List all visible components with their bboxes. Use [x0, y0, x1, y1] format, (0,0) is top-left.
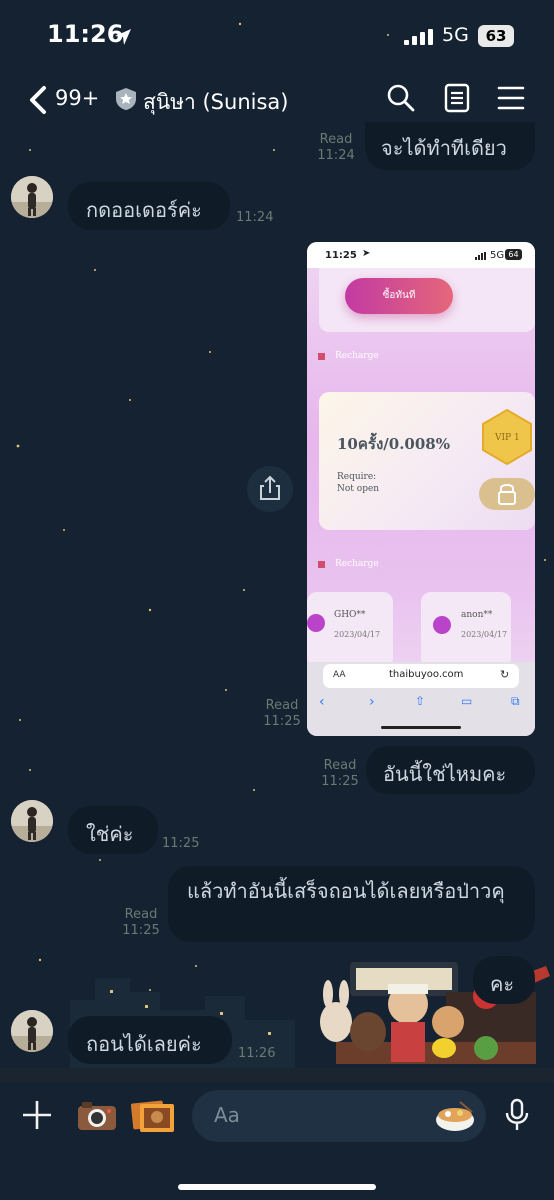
read-status: Read — [319, 132, 353, 147]
avatar[interactable] — [11, 176, 53, 218]
url-text: thaibuyoo.com — [389, 669, 464, 680]
plus-icon[interactable] — [20, 1098, 54, 1132]
read-status: Read — [265, 698, 299, 713]
status-time: 11:26 — [47, 20, 124, 48]
read-status: Read — [124, 907, 158, 922]
signal-icon — [404, 29, 433, 45]
message-bubble-received[interactable]: ใช่ค่ะ — [68, 806, 158, 854]
browser-tabs-icon: ⧉ — [511, 694, 520, 708]
message-input-placeholder: Aa — [214, 1103, 240, 1127]
unread-count[interactable]: 99+ — [55, 86, 99, 110]
browser-toolbar: AA thaibuyoo.com ↻ ‹ › ⇧ ▭ ⧉ — [307, 662, 535, 736]
message-time: 11:25 — [321, 774, 359, 789]
message-text: คะ — [490, 972, 515, 996]
microphone-icon[interactable] — [504, 1098, 530, 1132]
user-card: anon** 2023/04/17 — [421, 592, 511, 668]
message-time: 11:24 — [236, 210, 274, 225]
notes-icon[interactable] — [444, 83, 470, 113]
user-avatar-icon — [307, 614, 325, 632]
battery-indicator: 63 — [478, 25, 514, 47]
message-bubble-sent[interactable]: อันนี้ใช่ไหมคะ — [366, 746, 535, 794]
browser-share-icon: ⇧ — [415, 694, 426, 708]
network-type: 5G — [442, 24, 469, 46]
avatar[interactable] — [11, 800, 53, 842]
message-composer: Aa — [0, 1082, 554, 1200]
screenshot-section-label: Recharge — [335, 559, 379, 569]
screenshot-vip-card: 10ครั้ง/0.008% Require: Not open VIP 1 — [319, 392, 535, 530]
gallery-icon[interactable] — [130, 1096, 176, 1134]
url-text-size: AA — [333, 670, 346, 680]
avatar-image — [11, 1010, 53, 1052]
user-avatar-icon — [433, 616, 451, 634]
screenshot-section-label: Recharge — [335, 351, 379, 361]
message-time: 11:25 — [263, 714, 301, 729]
avatar-image — [11, 800, 53, 842]
screenshot-time: 11:25 — [325, 250, 357, 261]
shared-screenshot-image[interactable]: 11:25 ➤ 5G 64 ซื้อทันที Recharge 10ครั้ง… — [307, 242, 535, 736]
avatar[interactable] — [11, 1010, 53, 1052]
browser-bookmarks-icon: ▭ — [461, 694, 473, 708]
message-text: อันนี้ใช่ไหมคะ — [383, 762, 507, 786]
screenshot-location-icon: ➤ — [362, 248, 371, 259]
message-meta: Read 11:25 — [118, 907, 164, 939]
home-indicator — [178, 1184, 376, 1190]
browser-back-icon: ‹ — [319, 694, 325, 710]
share-button[interactable] — [247, 466, 293, 512]
user-name: anon** — [461, 610, 493, 620]
vip-badge-label: VIP 1 — [495, 433, 520, 443]
message-meta: Read 11:25 — [318, 758, 362, 790]
user-date: 2023/04/17 — [461, 630, 508, 639]
section-marker — [318, 561, 325, 568]
screenshot-network: 5G — [490, 250, 505, 261]
message-bubble-received[interactable]: กดออเดอร์ค่ะ — [68, 182, 230, 230]
user-date: 2023/04/17 — [334, 630, 381, 639]
menu-icon[interactable] — [497, 83, 525, 113]
share-icon — [260, 475, 280, 500]
vip-card-title: 10ครั้ง/0.008% — [337, 435, 450, 453]
message-time: 11:24 — [317, 148, 355, 163]
search-icon[interactable] — [386, 83, 416, 113]
chat-title: สุนิษา (Sunisa) — [143, 90, 289, 114]
screenshot-home-indicator — [381, 726, 461, 729]
back-chevron-icon[interactable] — [28, 85, 48, 115]
screenshot-status-bar: 11:25 ➤ 5G 64 — [307, 242, 535, 268]
user-card: GHO** 2023/04/17 — [307, 592, 393, 668]
message-time: 11:25 — [162, 836, 200, 851]
status-bar: 11:26 5G 63 — [0, 0, 554, 72]
message-text: แล้วทำอันนี้เสร็จถอนได้เลยหรือป่าวคุ — [187, 879, 505, 903]
message-text: กดออเดอร์ค่ะ — [86, 198, 202, 222]
section-marker — [318, 353, 325, 360]
location-arrow-icon — [115, 29, 131, 45]
screenshot-buy-button: ซื้อทันที — [345, 278, 453, 314]
screenshot-battery: 64 — [505, 249, 522, 260]
reload-icon: ↻ — [500, 668, 510, 681]
camera-icon[interactable] — [76, 1098, 118, 1132]
message-meta: Read 11:24 — [312, 132, 360, 164]
shield-icon — [116, 88, 136, 110]
message-text: จะได้ทำทีเดียว — [381, 136, 507, 160]
lock-badge — [479, 478, 535, 510]
browser-url-bar: AA thaibuyoo.com ↻ — [323, 664, 519, 688]
lock-icon — [498, 484, 516, 505]
message-input[interactable]: Aa — [192, 1090, 486, 1142]
message-bubble-sent[interactable]: แล้วทำอันนี้เสร็จถอนได้เลยหรือป่าวคุ — [168, 866, 535, 942]
message-text: ใช่ค่ะ — [86, 822, 134, 846]
chat-header: 99+ สุนิษา (Sunisa) — [0, 75, 554, 125]
message-time: 11:25 — [122, 923, 160, 938]
read-status: Read — [323, 758, 357, 773]
message-bubble-received[interactable]: ถอนได้เลยค่ะ — [68, 1016, 232, 1064]
message-time: 11:26 — [238, 1046, 276, 1061]
message-text: ถอนได้เลยค่ะ — [86, 1032, 202, 1056]
avatar-image — [11, 176, 53, 218]
message-bubble-sent[interactable]: คะ — [473, 956, 535, 1004]
user-name: GHO** — [334, 610, 366, 620]
vip-card-status: Not open — [337, 484, 380, 494]
message-meta: Read 11:25 — [260, 698, 304, 730]
screenshot-signal-icon — [475, 252, 486, 260]
sticker-icon[interactable] — [434, 1098, 476, 1134]
message-bubble-sent[interactable]: จะได้ทำทีเดียว — [365, 122, 535, 170]
browser-forward-icon: › — [369, 694, 375, 710]
vip-card-require: Require: — [337, 472, 377, 482]
screenshot-top-card: ซื้อทันที — [319, 268, 535, 332]
